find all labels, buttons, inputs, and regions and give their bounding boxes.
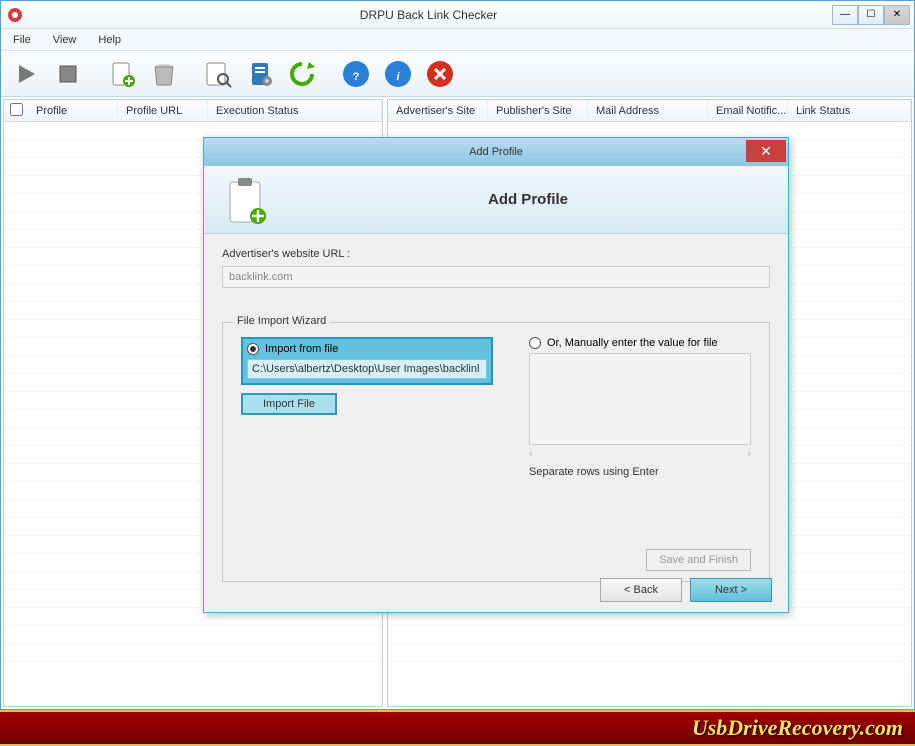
next-button[interactable]: Next > bbox=[690, 578, 772, 602]
scroll-hints: ‹› bbox=[529, 448, 751, 460]
add-profile-button[interactable] bbox=[103, 55, 141, 93]
import-file-button[interactable]: Import File bbox=[241, 393, 337, 415]
radio-icon bbox=[529, 337, 541, 349]
svg-text:?: ? bbox=[353, 71, 360, 83]
brand-text: UsbDriveRecovery.com bbox=[692, 715, 903, 741]
menu-help[interactable]: Help bbox=[90, 32, 129, 48]
left-column-headers: Profile Profile URL Execution Status bbox=[4, 100, 382, 122]
table-row bbox=[388, 626, 911, 644]
col-pub-site[interactable]: Publisher's Site bbox=[488, 100, 588, 121]
radio-import-from-file[interactable]: Import from file bbox=[247, 343, 487, 355]
radio-manual-label: Or, Manually enter the value for file bbox=[547, 337, 718, 349]
col-link-status[interactable]: Link Status bbox=[788, 100, 911, 121]
advertiser-url-input[interactable] bbox=[222, 266, 770, 288]
toolbar: ? i bbox=[1, 51, 914, 97]
maximize-button[interactable]: ☐ bbox=[858, 5, 884, 25]
dialog-header: Add Profile bbox=[204, 166, 788, 234]
window-title: DRPU Back Link Checker bbox=[25, 8, 832, 22]
manual-entry-textarea[interactable] bbox=[529, 353, 751, 445]
search-button[interactable] bbox=[199, 55, 237, 93]
delete-button[interactable] bbox=[145, 55, 183, 93]
menu-view[interactable]: View bbox=[45, 32, 85, 48]
col-profile[interactable]: Profile bbox=[28, 100, 118, 121]
separate-note: Separate rows using Enter bbox=[529, 466, 751, 478]
back-button[interactable]: < Back bbox=[600, 578, 682, 602]
info-button[interactable]: i bbox=[379, 55, 417, 93]
table-row bbox=[4, 644, 382, 662]
close-button[interactable]: ✕ bbox=[884, 5, 910, 25]
menu-bar: File View Help bbox=[1, 29, 914, 51]
app-icon bbox=[5, 5, 25, 25]
play-button[interactable] bbox=[7, 55, 45, 93]
file-import-wizard-group: File Import Wizard Import from file Impo… bbox=[222, 322, 770, 582]
brand-footer: UsbDriveRecovery.com bbox=[0, 710, 915, 746]
minimize-button[interactable]: — bbox=[832, 5, 858, 25]
settings-button[interactable] bbox=[241, 55, 279, 93]
file-path-input[interactable] bbox=[247, 359, 487, 379]
dialog-body: Advertiser's website URL : File Import W… bbox=[204, 234, 788, 596]
exit-button[interactable] bbox=[421, 55, 459, 93]
stop-button[interactable] bbox=[49, 55, 87, 93]
menu-file[interactable]: File bbox=[5, 32, 39, 48]
dialog-titlebar: Add Profile ✕ bbox=[204, 138, 788, 166]
col-email-notif[interactable]: Email Notific... bbox=[708, 100, 788, 121]
col-exec-status[interactable]: Execution Status bbox=[208, 100, 382, 121]
fieldset-legend: File Import Wizard bbox=[233, 315, 330, 327]
right-column-headers: Advertiser's Site Publisher's Site Mail … bbox=[388, 100, 911, 122]
radio-icon bbox=[247, 343, 259, 355]
radio-import-label: Import from file bbox=[265, 343, 338, 355]
radio-manual-entry[interactable]: Or, Manually enter the value for file bbox=[529, 337, 751, 349]
col-adv-site[interactable]: Advertiser's Site bbox=[388, 100, 488, 121]
clipboard-icon bbox=[224, 176, 268, 224]
dialog-footer: < Back Next > bbox=[600, 578, 772, 602]
col-mail[interactable]: Mail Address bbox=[588, 100, 708, 121]
url-label: Advertiser's website URL : bbox=[222, 248, 770, 260]
window-controls: — ☐ ✕ bbox=[832, 5, 910, 25]
table-row bbox=[4, 626, 382, 644]
select-all-checkbox[interactable] bbox=[4, 103, 28, 119]
add-profile-dialog: Add Profile ✕ Add Profile Advertiser's w… bbox=[203, 137, 789, 613]
dialog-close-button[interactable]: ✕ bbox=[746, 140, 786, 162]
dialog-header-title: Add Profile bbox=[288, 191, 768, 208]
col-profile-url[interactable]: Profile URL bbox=[118, 100, 208, 121]
titlebar: DRPU Back Link Checker — ☐ ✕ bbox=[1, 1, 914, 29]
save-and-finish-button[interactable]: Save and Finish bbox=[646, 549, 751, 571]
table-row bbox=[388, 644, 911, 662]
refresh-button[interactable] bbox=[283, 55, 321, 93]
dialog-title: Add Profile bbox=[469, 146, 523, 158]
import-from-file-section: Import from file bbox=[241, 337, 493, 385]
help-button[interactable]: ? bbox=[337, 55, 375, 93]
